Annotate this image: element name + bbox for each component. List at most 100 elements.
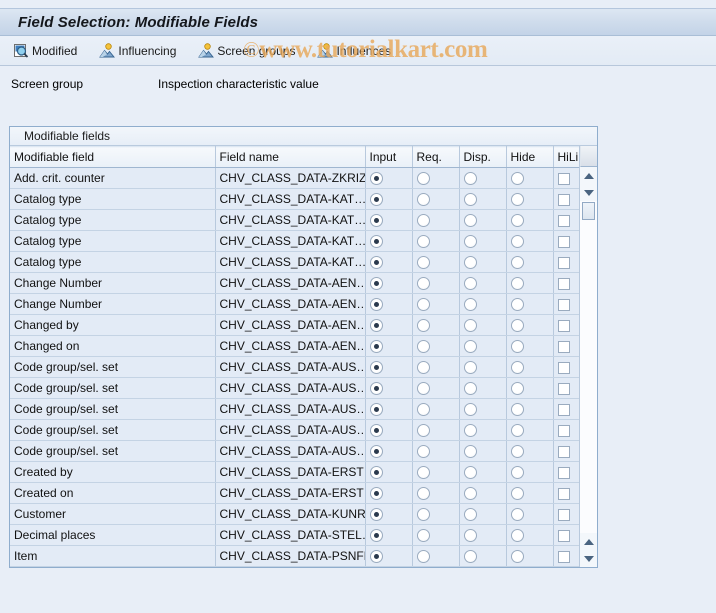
radio-input[interactable] — [369, 340, 383, 354]
cell-req[interactable] — [412, 356, 460, 378]
cell-disp[interactable] — [459, 293, 507, 315]
toolbar-button-influences[interactable]: Influences — [314, 39, 398, 63]
scrollbar-thumb[interactable] — [582, 202, 595, 220]
radio-req[interactable] — [416, 550, 430, 564]
cell-hide[interactable] — [506, 524, 554, 546]
cell-hili[interactable] — [553, 314, 580, 336]
radio-req[interactable] — [416, 529, 430, 543]
cell-req[interactable] — [412, 503, 460, 525]
cell-req[interactable] — [412, 482, 460, 504]
cell-input[interactable] — [365, 251, 413, 273]
cell-req[interactable] — [412, 545, 460, 567]
cell-req[interactable] — [412, 188, 460, 210]
radio-disp[interactable] — [463, 550, 477, 564]
radio-input[interactable] — [369, 193, 383, 207]
table-row[interactable]: Changed by CHV_CLASS_DATA-AEN… — [10, 314, 580, 336]
cell-disp[interactable] — [459, 440, 507, 462]
radio-disp[interactable] — [463, 319, 477, 333]
radio-req[interactable] — [416, 403, 430, 417]
radio-input[interactable] — [369, 214, 383, 228]
radio-req[interactable] — [416, 298, 430, 312]
cell-hili[interactable] — [553, 272, 580, 294]
cell-req[interactable] — [412, 440, 460, 462]
cell-disp[interactable] — [459, 314, 507, 336]
cell-hili[interactable] — [553, 545, 580, 567]
cell-hide[interactable] — [506, 503, 554, 525]
cell-hide[interactable] — [506, 272, 554, 294]
cell-disp[interactable] — [459, 230, 507, 252]
radio-hide[interactable] — [510, 277, 524, 291]
table-row[interactable]: Changed on CHV_CLASS_DATA-AEN… — [10, 335, 580, 357]
table-row[interactable]: Catalog type CHV_CLASS_DATA-KAT… — [10, 230, 580, 252]
column-header-field-name[interactable]: Field name — [215, 146, 366, 168]
radio-req[interactable] — [416, 256, 430, 270]
cell-hide[interactable] — [506, 482, 554, 504]
radio-req[interactable] — [416, 361, 430, 375]
checkbox-hili[interactable] — [557, 340, 570, 353]
cell-hili[interactable] — [553, 524, 580, 546]
cell-input[interactable] — [365, 167, 413, 189]
cell-hili[interactable] — [553, 419, 580, 441]
radio-req[interactable] — [416, 193, 430, 207]
cell-input[interactable] — [365, 230, 413, 252]
scroll-up-button[interactable] — [580, 167, 597, 184]
table-row[interactable]: Code group/sel. set CHV_CLASS_DATA-AUS… — [10, 440, 580, 462]
checkbox-hili[interactable] — [557, 193, 570, 206]
radio-disp[interactable] — [463, 256, 477, 270]
cell-disp[interactable] — [459, 167, 507, 189]
table-row[interactable]: Code group/sel. set CHV_CLASS_DATA-AUS… — [10, 377, 580, 399]
cell-hili[interactable] — [553, 209, 580, 231]
vertical-scrollbar[interactable] — [579, 146, 597, 567]
checkbox-hili[interactable] — [557, 256, 570, 269]
radio-hide[interactable] — [510, 382, 524, 396]
radio-disp[interactable] — [463, 214, 477, 228]
table-row[interactable]: Code group/sel. set CHV_CLASS_DATA-AUS… — [10, 356, 580, 378]
radio-disp[interactable] — [463, 529, 477, 543]
radio-hide[interactable] — [510, 508, 524, 522]
cell-input[interactable] — [365, 356, 413, 378]
checkbox-hili[interactable] — [557, 361, 570, 374]
cell-hide[interactable] — [506, 335, 554, 357]
radio-hide[interactable] — [510, 550, 524, 564]
cell-disp[interactable] — [459, 356, 507, 378]
cell-input[interactable] — [365, 335, 413, 357]
radio-hide[interactable] — [510, 424, 524, 438]
checkbox-hili[interactable] — [557, 277, 570, 290]
checkbox-hili[interactable] — [557, 550, 570, 563]
column-header-disp[interactable]: Disp. — [459, 146, 507, 168]
checkbox-hili[interactable] — [557, 487, 570, 500]
cell-hide[interactable] — [506, 461, 554, 483]
cell-hili[interactable] — [553, 440, 580, 462]
cell-req[interactable] — [412, 377, 460, 399]
cell-hide[interactable] — [506, 188, 554, 210]
radio-req[interactable] — [416, 277, 430, 291]
cell-req[interactable] — [412, 230, 460, 252]
cell-req[interactable] — [412, 419, 460, 441]
table-row[interactable]: Catalog type CHV_CLASS_DATA-KAT… — [10, 251, 580, 273]
radio-input[interactable] — [369, 277, 383, 291]
cell-req[interactable] — [412, 398, 460, 420]
radio-disp[interactable] — [463, 424, 477, 438]
radio-disp[interactable] — [463, 382, 477, 396]
cell-req[interactable] — [412, 461, 460, 483]
cell-hide[interactable] — [506, 440, 554, 462]
checkbox-hili[interactable] — [557, 529, 570, 542]
radio-input[interactable] — [369, 529, 383, 543]
radio-hide[interactable] — [510, 319, 524, 333]
cell-input[interactable] — [365, 209, 413, 231]
radio-disp[interactable] — [463, 277, 477, 291]
checkbox-hili[interactable] — [557, 424, 570, 437]
checkbox-hili[interactable] — [557, 508, 570, 521]
cell-hili[interactable] — [553, 293, 580, 315]
cell-input[interactable] — [365, 419, 413, 441]
cell-hide[interactable] — [506, 251, 554, 273]
radio-req[interactable] — [416, 382, 430, 396]
cell-hili[interactable] — [553, 335, 580, 357]
checkbox-hili[interactable] — [557, 298, 570, 311]
cell-req[interactable] — [412, 209, 460, 231]
radio-hide[interactable] — [510, 214, 524, 228]
cell-input[interactable] — [365, 398, 413, 420]
column-header-modifiable-field[interactable]: Modifiable field — [10, 146, 216, 168]
radio-input[interactable] — [369, 424, 383, 438]
toolbar-button-screen-groups[interactable]: Screen groups — [195, 39, 302, 63]
